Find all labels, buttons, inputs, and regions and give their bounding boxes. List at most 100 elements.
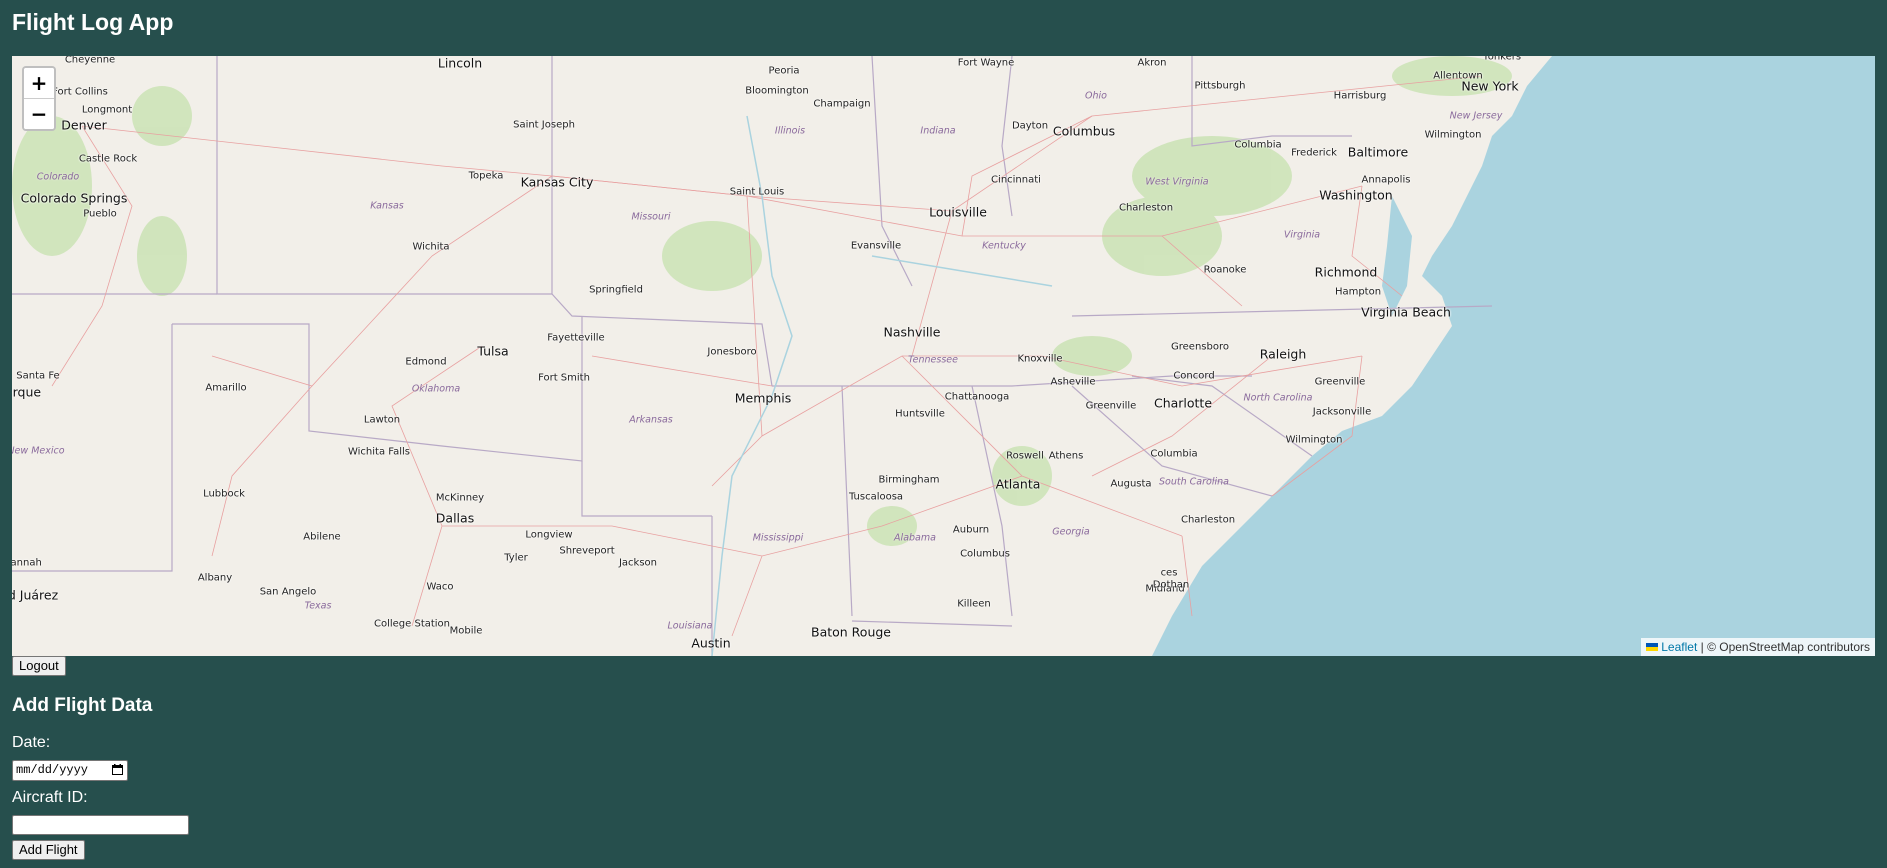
city-label: Greensboro <box>1171 341 1229 353</box>
zoom-control: + − <box>22 66 56 131</box>
city-label: Athens <box>1048 450 1084 462</box>
city-label: Abilene <box>303 531 341 543</box>
city-label: Charlotte <box>1153 395 1213 411</box>
state-label: West Virginia <box>1145 176 1209 188</box>
city-label: Washington <box>1319 187 1393 203</box>
state-label: Ohio <box>1085 90 1107 102</box>
state-label: Texas <box>304 600 332 612</box>
city-label: Columbia <box>1150 448 1198 460</box>
city-label: Savannah <box>12 557 42 569</box>
city-label: Atlanta <box>995 476 1041 492</box>
city-label: McKinney <box>435 492 485 504</box>
city-label: Topeka <box>468 170 504 182</box>
city-label: Lawton <box>363 414 401 426</box>
state-label: Mississippi <box>752 532 804 544</box>
date-placeholder: mm/dd/yyyy <box>16 763 89 777</box>
city-label: Longview <box>525 529 573 541</box>
state-label: North Carolina <box>1243 392 1313 404</box>
city-label: ces <box>1160 567 1178 579</box>
city-label: Saint Joseph <box>513 119 575 131</box>
city-label: Hampton <box>1334 286 1382 298</box>
city-label: Peoria <box>768 65 800 77</box>
city-label: Wichita Falls <box>347 446 411 458</box>
state-label: Oklahoma <box>411 383 461 395</box>
city-label: Tuscaloosa <box>848 491 904 503</box>
city-label: Pittsburgh <box>1194 80 1246 92</box>
state-label: Missouri <box>631 211 671 223</box>
city-label: College Station <box>373 618 451 630</box>
city-label: Baton Rouge <box>811 624 891 640</box>
city-label: Columbus <box>960 548 1010 560</box>
city-label: Santa Fe <box>16 370 60 382</box>
city-label: Knoxville <box>1017 353 1063 365</box>
city-label: Evansville <box>850 240 902 252</box>
state-label: New Jersey <box>1449 110 1503 122</box>
city-label: Saint Louis <box>729 186 785 198</box>
city-label: Fayetteville <box>547 332 605 344</box>
leaflet-link[interactable]: Leaflet <box>1661 640 1697 654</box>
city-label: Kansas City <box>520 174 594 190</box>
city-label: Wilmington <box>1285 434 1343 446</box>
city-label: Mobile <box>449 625 483 637</box>
city-label: Harrisburg <box>1333 90 1387 102</box>
city-label: Austin <box>691 635 731 651</box>
city-label: Auburn <box>952 524 990 536</box>
city-label: Pueblo <box>83 208 117 220</box>
city-label: Louisville <box>929 204 987 220</box>
osm-attribution-text: | © OpenStreetMap contributors <box>1697 640 1870 654</box>
city-label: Charleston <box>1180 514 1236 526</box>
city-label: Asheville <box>1050 376 1096 388</box>
city-label: Nashville <box>883 324 941 340</box>
logout-button[interactable]: Logout <box>12 656 66 676</box>
city-label: Castle Rock <box>78 153 138 165</box>
state-label: Arkansas <box>629 414 673 426</box>
city-label: Springfield <box>589 284 643 296</box>
city-label: Huntsville <box>895 408 945 420</box>
city-label: Chattanooga <box>944 391 1010 403</box>
state-label: Alabama <box>894 532 936 544</box>
city-label: Baltimore <box>1347 144 1409 160</box>
calendar-icon[interactable] <box>112 764 123 775</box>
aircraft-id-input[interactable] <box>12 815 189 835</box>
city-label: Denver <box>61 117 107 133</box>
city-label: Colorado Springs <box>20 190 128 206</box>
state-label: Illinois <box>774 125 806 137</box>
aircraft-id-label: Aircraft ID: <box>12 789 88 806</box>
city-label: Bloomington <box>745 85 809 97</box>
city-label: Fort Wayne <box>957 57 1015 69</box>
add-flight-button[interactable]: Add Flight <box>12 840 85 860</box>
city-label: Dayton <box>1011 120 1049 132</box>
date-label: Date: <box>12 734 51 751</box>
state-label: Georgia <box>1052 526 1090 538</box>
city-label: Waco <box>426 581 454 593</box>
city-label: Columbus <box>1052 123 1116 139</box>
city-label: Roanoke <box>1203 264 1247 276</box>
state-label: Indiana <box>920 125 956 137</box>
city-label: Cincinnati <box>991 174 1041 186</box>
city-label: Wichita <box>412 241 450 253</box>
city-label: Jackson <box>618 557 658 569</box>
state-label: Tennessee <box>908 354 958 366</box>
city-label: Lubbock <box>203 488 245 500</box>
city-label: Wilmington <box>1424 129 1482 141</box>
city-label: Greenville <box>1085 400 1137 412</box>
state-label: Colorado <box>36 171 80 183</box>
city-label: Shreveport <box>559 545 615 557</box>
city-label: San Angelo <box>259 586 317 598</box>
zoom-in-button[interactable]: + <box>24 68 54 99</box>
city-label: Frederick <box>1291 147 1337 159</box>
map-attribution: Leaflet | © OpenStreetMap contributors <box>1641 638 1875 656</box>
city-label: Killeen <box>957 598 991 610</box>
city-label: Dallas <box>435 510 475 526</box>
city-label: Allentown <box>1433 70 1483 82</box>
city-label: Dothan <box>1152 579 1190 591</box>
state-label: Virginia <box>1283 229 1321 241</box>
city-label: Concord <box>1173 370 1215 382</box>
city-label: Jacksonville <box>1312 406 1372 418</box>
city-label: Memphis <box>734 390 792 406</box>
state-label: South Carolina <box>1159 476 1229 488</box>
date-input[interactable]: mm/dd/yyyy <box>12 760 128 781</box>
map-view[interactable]: Cheyenne Lincoln Peoria Fort Wayne Akron Yonk… <box>12 56 1875 656</box>
add-flight-heading: Add Flight Data <box>12 695 153 716</box>
zoom-out-button[interactable]: − <box>24 99 54 129</box>
